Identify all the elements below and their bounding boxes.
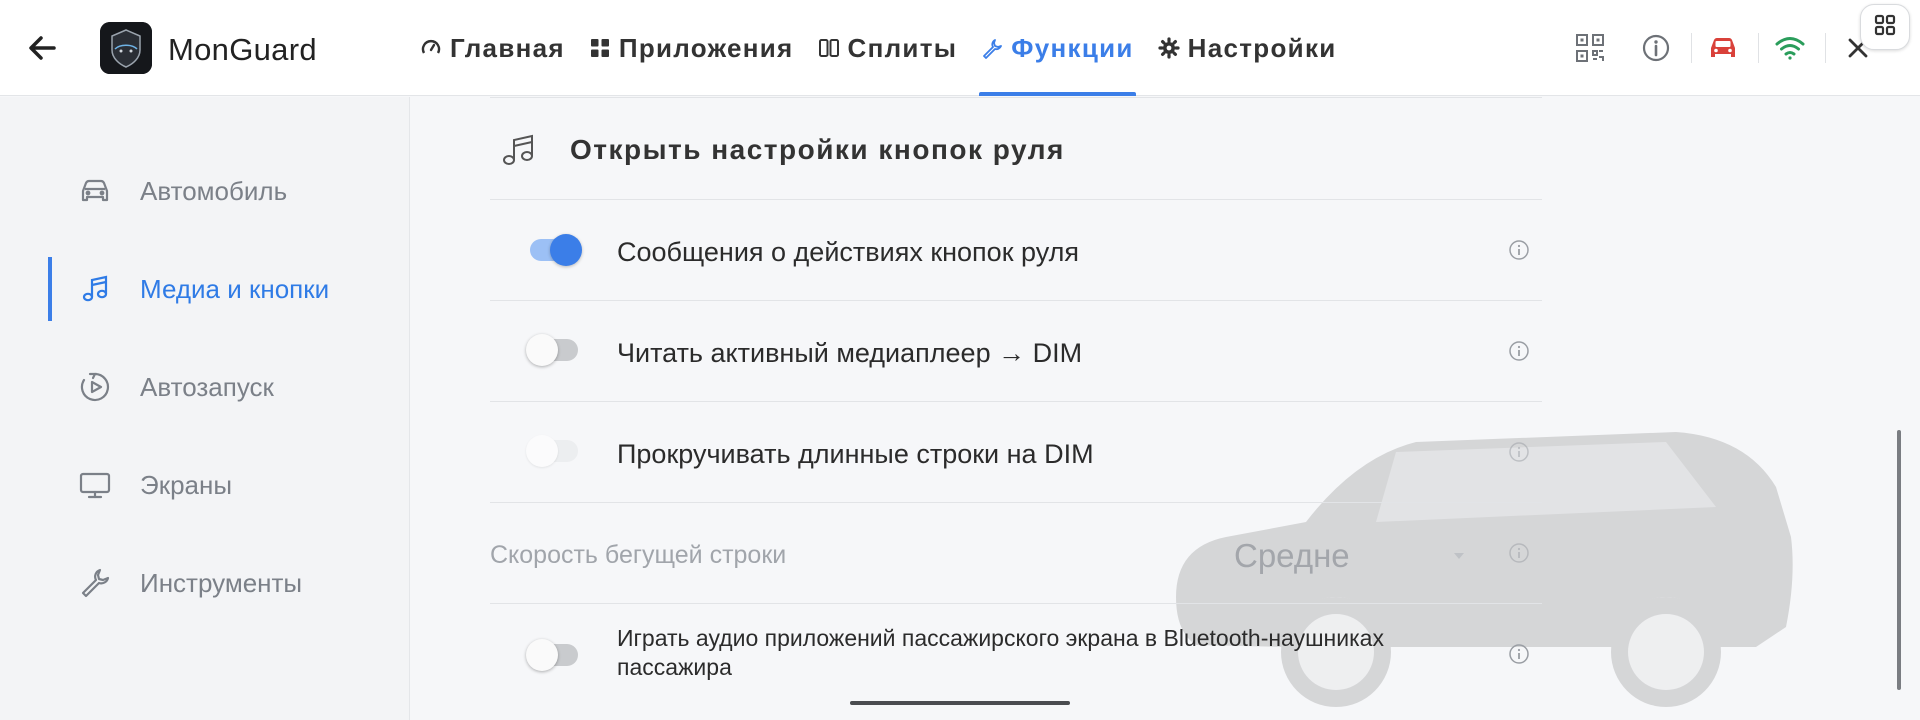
- sidebar-item-label: Автозапуск: [140, 371, 274, 402]
- tab-settings[interactable]: Настройки: [1148, 0, 1347, 96]
- steering-buttons-section[interactable]: Открыть настройки кнопок руля: [490, 97, 1542, 200]
- app-switcher-button[interactable]: [1860, 4, 1910, 50]
- gear-icon: [1158, 37, 1180, 59]
- autostart-icon: [78, 370, 112, 404]
- sidebar-item-label: Инструменты: [140, 567, 303, 598]
- home-indicator[interactable]: [850, 701, 1070, 705]
- wrench-icon: [78, 566, 112, 600]
- scroll-long-lines-toggle[interactable]: [526, 435, 578, 467]
- tab-functions[interactable]: Функции: [971, 0, 1143, 96]
- car-icon: [78, 174, 112, 208]
- tab-label: Настройки: [1187, 32, 1337, 63]
- grid-outline-icon: [1873, 13, 1897, 42]
- music-note-icon: [498, 130, 538, 170]
- setting-row: Прокручивать длинные строки на DIM: [490, 402, 1542, 503]
- info-icon[interactable]: [1507, 339, 1531, 363]
- info-icon[interactable]: [1507, 238, 1531, 262]
- sidebar-item-label: Экраны: [140, 469, 233, 500]
- qr-code-icon[interactable]: [1572, 30, 1608, 66]
- passenger-audio-toggle[interactable]: [526, 639, 578, 671]
- divider: [1825, 33, 1826, 63]
- divider: [1691, 33, 1692, 63]
- sidebar-item-tools[interactable]: Инструменты: [48, 551, 388, 615]
- steering-messages-toggle[interactable]: [530, 234, 582, 266]
- app-title: MonGuard: [168, 32, 317, 67]
- grid-icon: [589, 37, 611, 59]
- split-icon: [818, 37, 840, 59]
- sidebar-item-autostart[interactable]: Автозапуск: [48, 355, 388, 419]
- info-icon[interactable]: [1507, 642, 1531, 666]
- sidebar-item-screens[interactable]: Экраны: [48, 453, 388, 517]
- setting-row: Скорость бегущей строки Средне: [490, 503, 1542, 604]
- sidebar-item-label: Автомобиль: [140, 175, 288, 206]
- ticker-speed-value: Средне: [1234, 537, 1350, 574]
- main-nav: Главная Приложения Сплиты Функции Настро…: [410, 0, 1351, 96]
- tab-splits[interactable]: Сплиты: [808, 0, 968, 96]
- scrollbar[interactable]: [1897, 430, 1901, 690]
- setting-label: Сообщения о действиях кнопок руля: [617, 237, 1080, 267]
- setting-label: Прокручивать длинные строки на DIM: [617, 439, 1094, 469]
- app-logo: [100, 22, 152, 74]
- section-title: Открыть настройки кнопок руля: [570, 134, 1065, 165]
- tab-label: Главная: [450, 32, 565, 63]
- sidebar-item-media[interactable]: Медиа и кнопки: [48, 257, 388, 321]
- sidebar: Автомобиль Медиа и кнопки Автозапуск Экр…: [0, 97, 410, 720]
- ticker-speed-label: Скорость бегущей строки: [490, 541, 787, 569]
- setting-label: Читать активный медиаплеер → DIM: [617, 338, 1083, 368]
- chevron-down-icon: [1454, 553, 1464, 559]
- top-bar: MonGuard Главная Приложения Сплиты Функц…: [0, 0, 1920, 96]
- car-status-icon[interactable]: [1705, 30, 1741, 66]
- wrench-icon: [981, 37, 1003, 59]
- info-icon[interactable]: [1507, 440, 1531, 464]
- info-icon[interactable]: [1507, 541, 1531, 565]
- tab-label: Приложения: [618, 32, 794, 63]
- setting-row: Сообщения о действиях кнопок руля: [490, 200, 1542, 301]
- setting-row: Играть аудио приложений пассажирского эк…: [490, 604, 1542, 705]
- sidebar-item-label: Медиа и кнопки: [140, 273, 330, 304]
- tab-home[interactable]: Главная: [410, 0, 575, 96]
- tab-label: Сплиты: [847, 32, 958, 63]
- setting-row: Читать активный медиаплеер → DIM: [490, 301, 1542, 402]
- info-icon[interactable]: [1638, 30, 1674, 66]
- read-media-player-toggle[interactable]: [526, 334, 578, 366]
- settings-content: Открыть настройки кнопок руля Сообщения …: [411, 97, 1920, 720]
- music-note-icon: [78, 272, 112, 306]
- gauge-icon: [420, 37, 442, 59]
- divider: [1758, 33, 1759, 63]
- monitor-icon: [78, 468, 112, 502]
- ticker-speed-dropdown[interactable]: Средне: [1234, 531, 1464, 581]
- sidebar-item-car[interactable]: Автомобиль: [48, 159, 388, 223]
- tab-label: Функции: [1011, 32, 1134, 63]
- wifi-icon[interactable]: [1772, 30, 1808, 66]
- setting-label: Играть аудио приложений пассажирского эк…: [617, 625, 1384, 680]
- back-arrow-icon[interactable]: [22, 28, 62, 68]
- tab-apps[interactable]: Приложения: [579, 0, 804, 96]
